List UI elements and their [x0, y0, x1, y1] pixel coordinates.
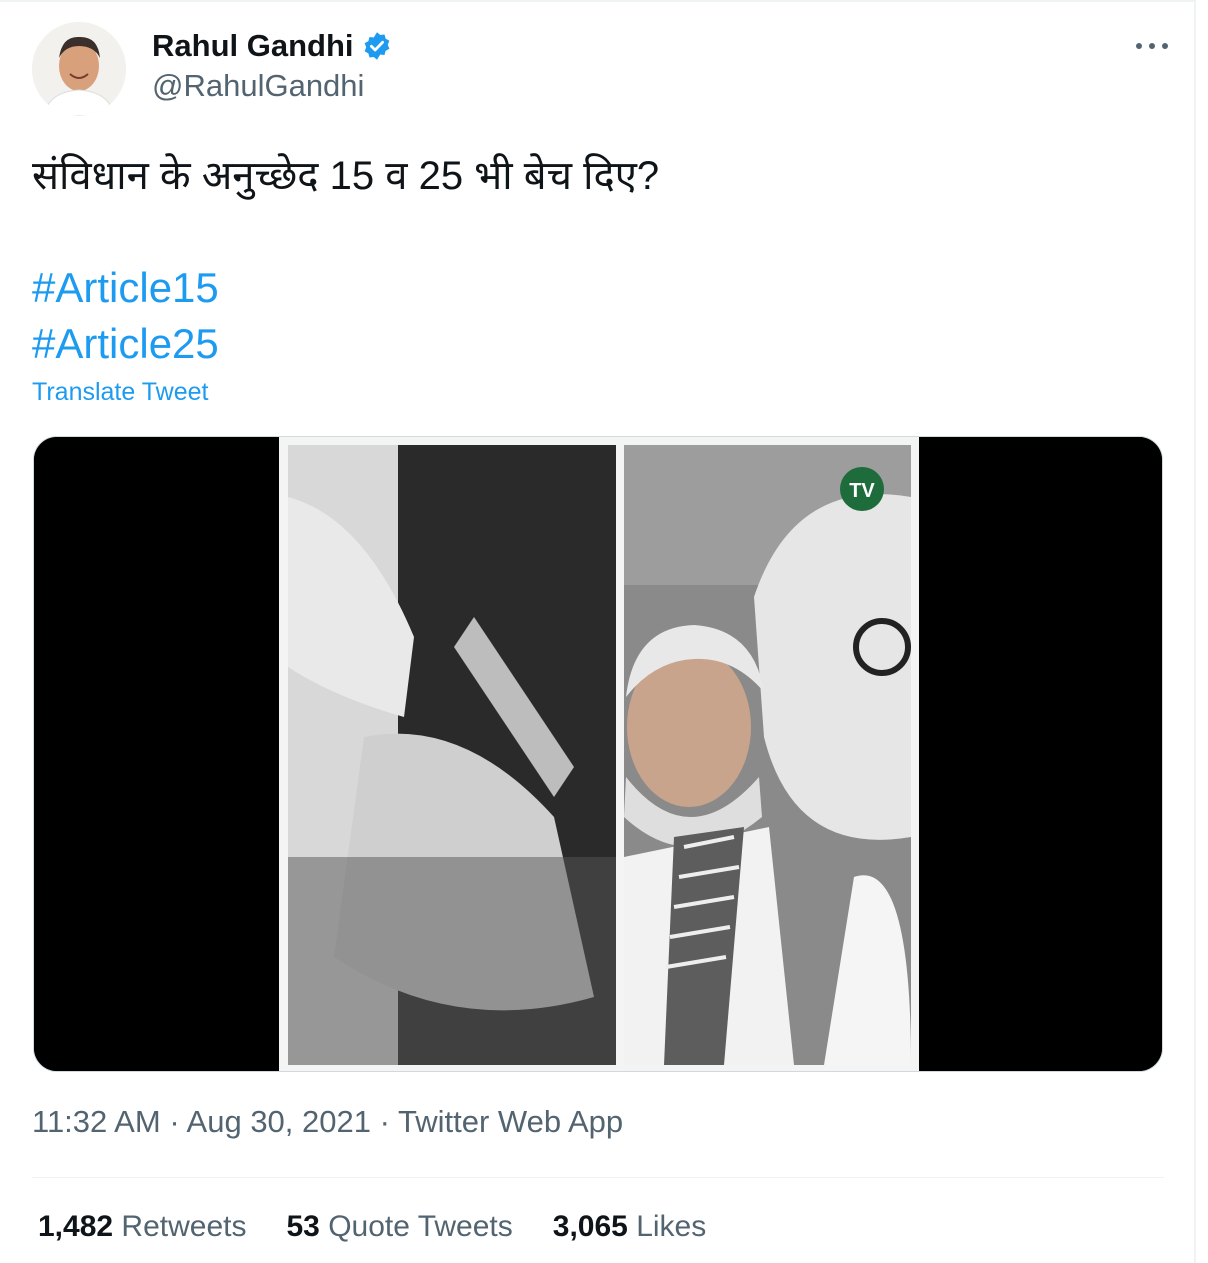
- tweet-date[interactable]: Aug 30, 2021: [187, 1104, 371, 1139]
- tweet-time[interactable]: 11:32 AM: [32, 1104, 161, 1139]
- hashtag-link[interactable]: #Article25: [32, 316, 219, 372]
- separator: ·: [379, 1104, 390, 1139]
- tweet-metadata: 11:32 AM · Aug 30, 2021 · Twitter Web Ap…: [32, 1104, 623, 1140]
- tweet-text: संविधान के अनुच्छेद 15 व 25 भी बेच दिए?: [32, 154, 660, 198]
- video-media[interactable]: TV: [33, 436, 1163, 1072]
- likes-count: 3,065: [552, 1210, 628, 1243]
- retweets-count: 1,482: [38, 1210, 114, 1243]
- hashtag-link[interactable]: #Article15: [32, 260, 219, 316]
- likes-stat[interactable]: 3,065 Likes: [553, 1210, 706, 1244]
- retweets-label: Retweets: [121, 1210, 247, 1243]
- tweet-source[interactable]: Twitter Web App: [398, 1104, 623, 1139]
- user-handle[interactable]: @RahulGandhi: [152, 68, 392, 104]
- video-thumbnail: TV: [34, 437, 1162, 1071]
- likes-label: Likes: [636, 1210, 707, 1243]
- retweets-stat[interactable]: 1,482 Retweets: [38, 1210, 246, 1244]
- hashtags: #Article15 #Article25: [32, 260, 219, 372]
- quote-tweets-label: Quote Tweets: [328, 1210, 513, 1243]
- quote-tweets-stat[interactable]: 53 Quote Tweets: [286, 1210, 512, 1244]
- avatar[interactable]: [32, 22, 126, 116]
- tweet-container: Rahul Gandhi @RahulGandhi संविधान के अनु…: [0, 0, 1196, 1263]
- quote-tweets-count: 53: [286, 1210, 320, 1243]
- display-name[interactable]: Rahul Gandhi: [152, 28, 354, 64]
- tweet-header: Rahul Gandhi @RahulGandhi: [32, 20, 1172, 116]
- engagement-stats: 1,482 Retweets 53 Quote Tweets 3,065 Lik…: [38, 1210, 746, 1244]
- translate-tweet-link[interactable]: Translate Tweet: [32, 378, 208, 407]
- more-options-icon[interactable]: [1136, 34, 1168, 58]
- separator: ·: [169, 1104, 180, 1139]
- svg-text:TV: TV: [849, 480, 875, 502]
- divider: [32, 1177, 1164, 1178]
- verified-badge-icon: [362, 31, 392, 61]
- author-names: Rahul Gandhi @RahulGandhi: [152, 26, 392, 104]
